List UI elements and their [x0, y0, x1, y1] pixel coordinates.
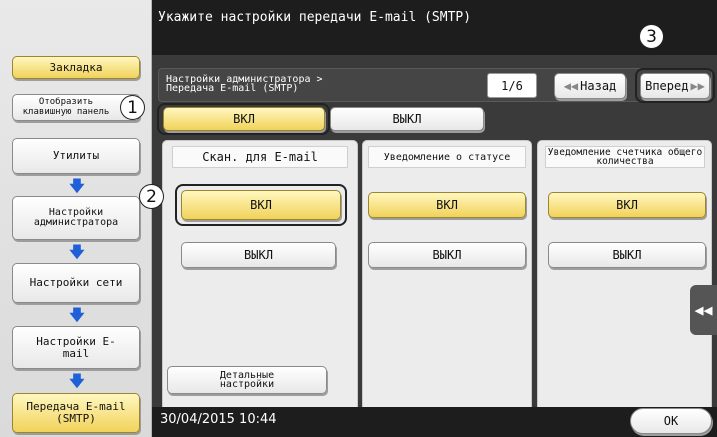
status-notification-on-button[interactable]: ВКЛ [368, 192, 526, 218]
callout-highlight [175, 184, 347, 226]
column-heading: Скан. для E-mail [172, 146, 348, 168]
ok-button[interactable]: OK [630, 408, 712, 434]
sidebar-item-network-settings[interactable]: Настройки сети [12, 263, 140, 303]
column-heading: Уведомление о статусе [368, 146, 526, 168]
scan-email-off-button[interactable]: ВЫКЛ [181, 242, 336, 268]
callout-highlight [635, 68, 715, 103]
double-chevron-left-icon: ◀◀ [694, 301, 713, 319]
back-button[interactable]: ◀◀ Назад [554, 73, 626, 99]
sidebar-item-utilities[interactable]: Утилиты [12, 138, 140, 174]
bookmark-button[interactable]: Закладка [12, 56, 140, 79]
back-label: Назад [580, 78, 617, 93]
side-panel-tab[interactable]: ◀◀ [690, 285, 717, 335]
main-off-button[interactable]: ВЫКЛ [330, 107, 484, 131]
status-notification-panel [362, 140, 532, 412]
detail-settings-button[interactable]: Детальные настройки [167, 366, 327, 394]
sidebar-item-smtp-transmission[interactable]: Передача E-mail (SMTP) [12, 393, 140, 433]
breadcrumb-line: Передача E-mail (SMTP) [166, 83, 299, 94]
callout-3: 3 [639, 24, 664, 49]
callout-1: 1 [120, 95, 145, 120]
page-indicator: 1/6 [487, 73, 537, 98]
callout-2: 2 [139, 184, 164, 209]
breadcrumb: Настройки администратора > Передача E-ma… [166, 75, 416, 94]
total-counter-notification-panel [537, 140, 712, 412]
sidebar-item-email-settings[interactable]: Настройки E-mail [12, 326, 140, 369]
datetime: 30/04/2015 10:44 [160, 412, 277, 427]
double-chevron-left-icon: ◀◀ [563, 78, 579, 93]
total-counter-off-button[interactable]: ВЫКЛ [548, 242, 706, 268]
callout-highlight [157, 103, 330, 135]
column-heading: Уведомление счетчика общего количества [545, 146, 705, 168]
status-notification-off-button[interactable]: ВЫКЛ [368, 242, 526, 268]
total-counter-on-button[interactable]: ВКЛ [548, 192, 706, 218]
header-bar [152, 0, 717, 55]
page-title: Укажите настройки передачи E-mail (SMTP) [158, 10, 472, 25]
sidebar-item-admin-settings[interactable]: Настройки администратора [12, 196, 140, 240]
